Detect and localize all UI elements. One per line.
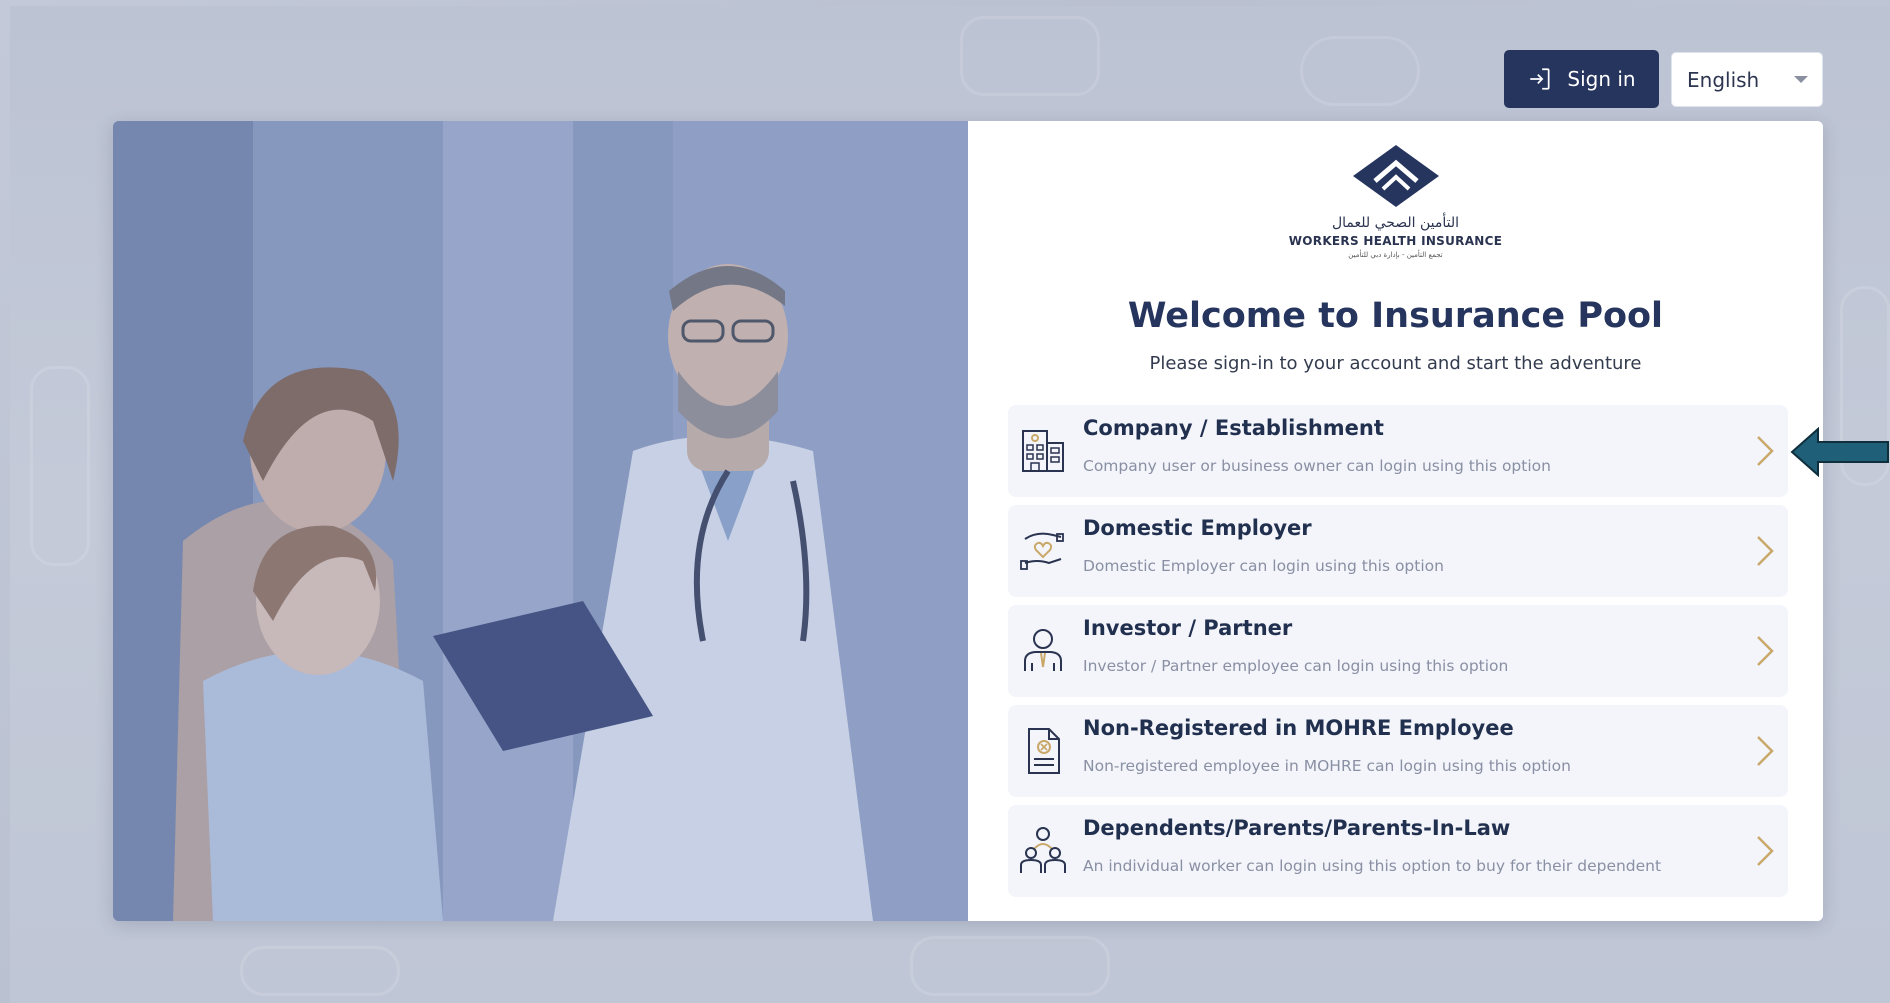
option-description: Domestic Employer can login using this o… (1083, 557, 1444, 575)
option-description: An individual worker can login using thi… (1083, 857, 1662, 875)
background-decoration (910, 936, 1110, 996)
background-decoration (30, 366, 90, 566)
logo-english-text: WORKERS HEALTH INSURANCE (1288, 234, 1503, 248)
building-icon (1022, 430, 1064, 472)
option-description: Company user or business owner can login… (1083, 457, 1551, 475)
page-subtitle: Please sign-in to your account and start… (1149, 353, 1642, 374)
background-decoration (960, 16, 1100, 96)
option-title: Investor / Partner (1083, 616, 1293, 640)
background-decoration (1300, 36, 1420, 106)
language-value: English (1687, 67, 1760, 92)
background-decoration (240, 946, 400, 996)
login-options-list: Company / Establishment Company user or … (1008, 405, 1788, 905)
language-select[interactable]: English (1671, 52, 1823, 107)
hero-image (113, 121, 968, 921)
family-group-icon (1020, 827, 1066, 873)
option-title: Dependents/Parents/Parents-In-Law (1083, 816, 1511, 840)
option-dependents-parents[interactable]: Dependents/Parents/Parents-In-Law An ind… (1008, 805, 1788, 897)
chevron-right-icon (1757, 536, 1774, 566)
diamond-logo-icon (1352, 145, 1439, 207)
option-title: Domestic Employer (1083, 516, 1312, 540)
document-cancel-icon (1028, 728, 1060, 774)
workers-health-insurance-logo: التأمين الصحي للعمال WORKERS HEALTH INSU… (968, 145, 1823, 259)
option-domestic-employer[interactable]: Domestic Employer Domestic Employer can … (1008, 505, 1788, 597)
chevron-right-icon (1757, 636, 1774, 666)
family-doctor-illustration (113, 121, 968, 921)
option-investor-partner[interactable]: Investor / Partner Investor / Partner em… (1008, 605, 1788, 697)
chevron-right-icon (1757, 736, 1774, 766)
option-description: Non-registered employee in MOHRE can log… (1083, 757, 1571, 775)
sign-in-button[interactable]: Sign in (1504, 50, 1659, 108)
pointer-arrow-icon (1790, 426, 1889, 478)
chevron-down-icon (1794, 76, 1808, 83)
option-title: Non-Registered in MOHRE Employee (1083, 716, 1514, 740)
logo-sub-text: تجمع التأمين - بإدارة دبي للتأمين (1348, 251, 1443, 259)
option-title: Company / Establishment (1083, 416, 1384, 440)
login-card: التأمين الصحي للعمال WORKERS HEALTH INSU… (113, 121, 1823, 921)
sign-in-label: Sign in (1567, 67, 1636, 91)
businessman-icon (1024, 629, 1062, 671)
option-company-establishment[interactable]: Company / Establishment Company user or … (1008, 405, 1788, 497)
logo-arabic-text: التأمين الصحي للعمال (1331, 215, 1460, 231)
hand-heart-icon (1020, 532, 1064, 570)
chevron-right-icon (1757, 436, 1774, 466)
option-description: Investor / Partner employee can login us… (1083, 657, 1509, 675)
login-panel: التأمين الصحي للعمال WORKERS HEALTH INSU… (968, 121, 1823, 921)
page-title: Welcome to Insurance Pool (1127, 296, 1664, 336)
sign-in-icon (1530, 68, 1550, 90)
option-non-registered-mohre[interactable]: Non-Registered in MOHRE Employee Non-reg… (1008, 705, 1788, 797)
chevron-right-icon (1757, 836, 1774, 866)
